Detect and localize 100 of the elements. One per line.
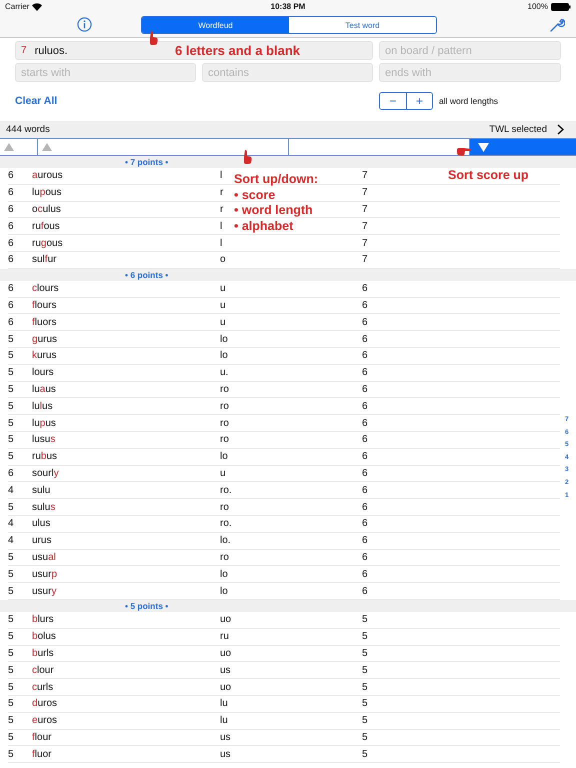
word-length: 4 xyxy=(8,518,14,530)
word-text[interactable]: usual xyxy=(32,552,56,563)
word-score: 6 xyxy=(362,535,368,546)
annotation-text: 6 letters and a blank xyxy=(175,43,300,58)
info-icon[interactable] xyxy=(77,17,92,32)
carrier-label: Carrier xyxy=(5,2,30,11)
leftover-letters: u xyxy=(220,316,226,328)
leftover-letters: lu xyxy=(220,698,228,710)
word-score: 5 xyxy=(362,698,368,710)
word-text[interactable]: fluor xyxy=(32,748,52,760)
word-text[interactable]: clour xyxy=(32,664,54,676)
sort-header[interactable] xyxy=(470,139,576,155)
section-header: • 6 points • xyxy=(125,270,168,280)
word-text[interactable]: usurp xyxy=(32,568,58,580)
word-length: 5 xyxy=(8,748,14,760)
word-length-label: all word lengths xyxy=(439,96,498,106)
word-text[interactable]: burls xyxy=(32,648,54,659)
word-score: 6 xyxy=(362,434,368,446)
word-score: 5 xyxy=(362,664,368,676)
word-text[interactable]: ulus xyxy=(32,518,50,530)
filter-field[interactable]: ends with xyxy=(379,63,561,82)
word-length: 5 xyxy=(8,664,14,676)
segment-tab[interactable]: Wordfeud xyxy=(142,17,289,33)
word-score: 5 xyxy=(362,614,368,626)
pattern-field[interactable]: on board / pattern xyxy=(379,41,561,60)
word-text[interactable]: rugous xyxy=(32,238,63,249)
segment-tab[interactable]: Test word xyxy=(289,17,436,33)
word-text[interactable]: clours xyxy=(32,283,59,294)
word-text[interactable]: lupus xyxy=(32,418,56,429)
word-text[interactable]: euros xyxy=(32,715,58,726)
word-text[interactable]: kurus xyxy=(32,350,56,362)
leftover-letters: ro. xyxy=(220,518,232,530)
word-score: 6 xyxy=(362,586,368,597)
word-text[interactable]: sulu xyxy=(32,484,50,496)
annotation-text: • alphabet xyxy=(234,218,294,234)
word-score: 6 xyxy=(362,367,368,378)
word-length: 6 xyxy=(8,300,14,311)
word-score: 6 xyxy=(362,518,368,530)
word-text[interactable]: duros xyxy=(32,698,58,710)
word-score: 6 xyxy=(362,400,368,412)
word-text[interactable]: aurous xyxy=(32,170,63,182)
word-text[interactable]: rufous xyxy=(32,220,60,232)
word-text[interactable]: lusus xyxy=(32,434,56,446)
leftover-letters: uo xyxy=(220,648,232,659)
leftover-letters: ro xyxy=(220,552,229,563)
word-length: 6 xyxy=(8,187,14,198)
word-length: 5 xyxy=(8,614,14,626)
word-score: 5 xyxy=(362,732,368,743)
plus-button[interactable]: + xyxy=(406,93,432,109)
leftover-letters: ro. xyxy=(220,484,232,496)
word-length: 5 xyxy=(8,451,14,462)
word-score: 6 xyxy=(362,350,368,362)
word-text[interactable]: curls xyxy=(32,682,54,692)
word-score: 6 xyxy=(362,451,368,462)
word-score: 7 xyxy=(362,187,368,198)
leftover-letters: u xyxy=(220,300,226,311)
word-score: 5 xyxy=(362,715,368,726)
word-score: 7 xyxy=(362,220,368,232)
leftover-letters: us xyxy=(220,664,231,676)
word-text[interactable]: lours xyxy=(32,367,54,378)
word-length: 6 xyxy=(8,170,14,182)
word-score: 6 xyxy=(362,283,368,294)
filter-field[interactable]: contains xyxy=(202,63,373,82)
status-time: 10:38 PM xyxy=(270,2,306,11)
word-text[interactable]: flours xyxy=(32,300,56,311)
word-text[interactable]: sulus xyxy=(32,502,56,513)
word-text[interactable]: lupous xyxy=(32,187,62,198)
leftover-letters: uo xyxy=(220,614,232,626)
word-score: 6 xyxy=(362,384,368,395)
word-text[interactable]: usury xyxy=(32,586,56,597)
leftover-letters: u xyxy=(220,283,226,294)
chevron-icon[interactable] xyxy=(557,124,564,135)
word-count: 444 words xyxy=(6,124,50,135)
word-text[interactable]: oculus xyxy=(32,204,61,215)
leftover-letters: l xyxy=(220,238,222,249)
word-text[interactable]: flour xyxy=(32,732,52,743)
annotation-text: Sort up/down: xyxy=(234,172,318,188)
wrench-icon[interactable] xyxy=(549,17,565,33)
leftover-letters: r xyxy=(220,187,224,198)
word-text[interactable]: bolus xyxy=(32,631,56,642)
leftover-letters: lo xyxy=(220,586,228,597)
word-text[interactable]: blurs xyxy=(32,614,54,626)
battery-icon xyxy=(551,2,571,10)
word-text[interactable]: lulus xyxy=(32,400,53,412)
annotation-text: • score xyxy=(234,188,276,203)
filter-field[interactable]: starts with xyxy=(15,63,196,82)
word-text[interactable]: luaus xyxy=(32,384,56,395)
clear-all-button[interactable]: Clear All xyxy=(15,95,58,107)
word-text[interactable]: rubus xyxy=(32,451,58,462)
pointer-icon xyxy=(457,147,471,156)
pointer-icon xyxy=(149,31,158,45)
word-text[interactable]: urus xyxy=(32,535,52,546)
word-text[interactable]: gurus xyxy=(32,334,58,345)
word-text[interactable]: sourly xyxy=(32,468,59,479)
wifi-icon xyxy=(32,2,42,10)
word-score: 6 xyxy=(362,300,368,311)
word-text[interactable]: sulfur xyxy=(32,254,56,266)
word-text[interactable]: fluors xyxy=(32,316,56,328)
dictionary-label[interactable]: TWL selected xyxy=(489,124,547,135)
leftover-letters: lu xyxy=(220,715,228,726)
